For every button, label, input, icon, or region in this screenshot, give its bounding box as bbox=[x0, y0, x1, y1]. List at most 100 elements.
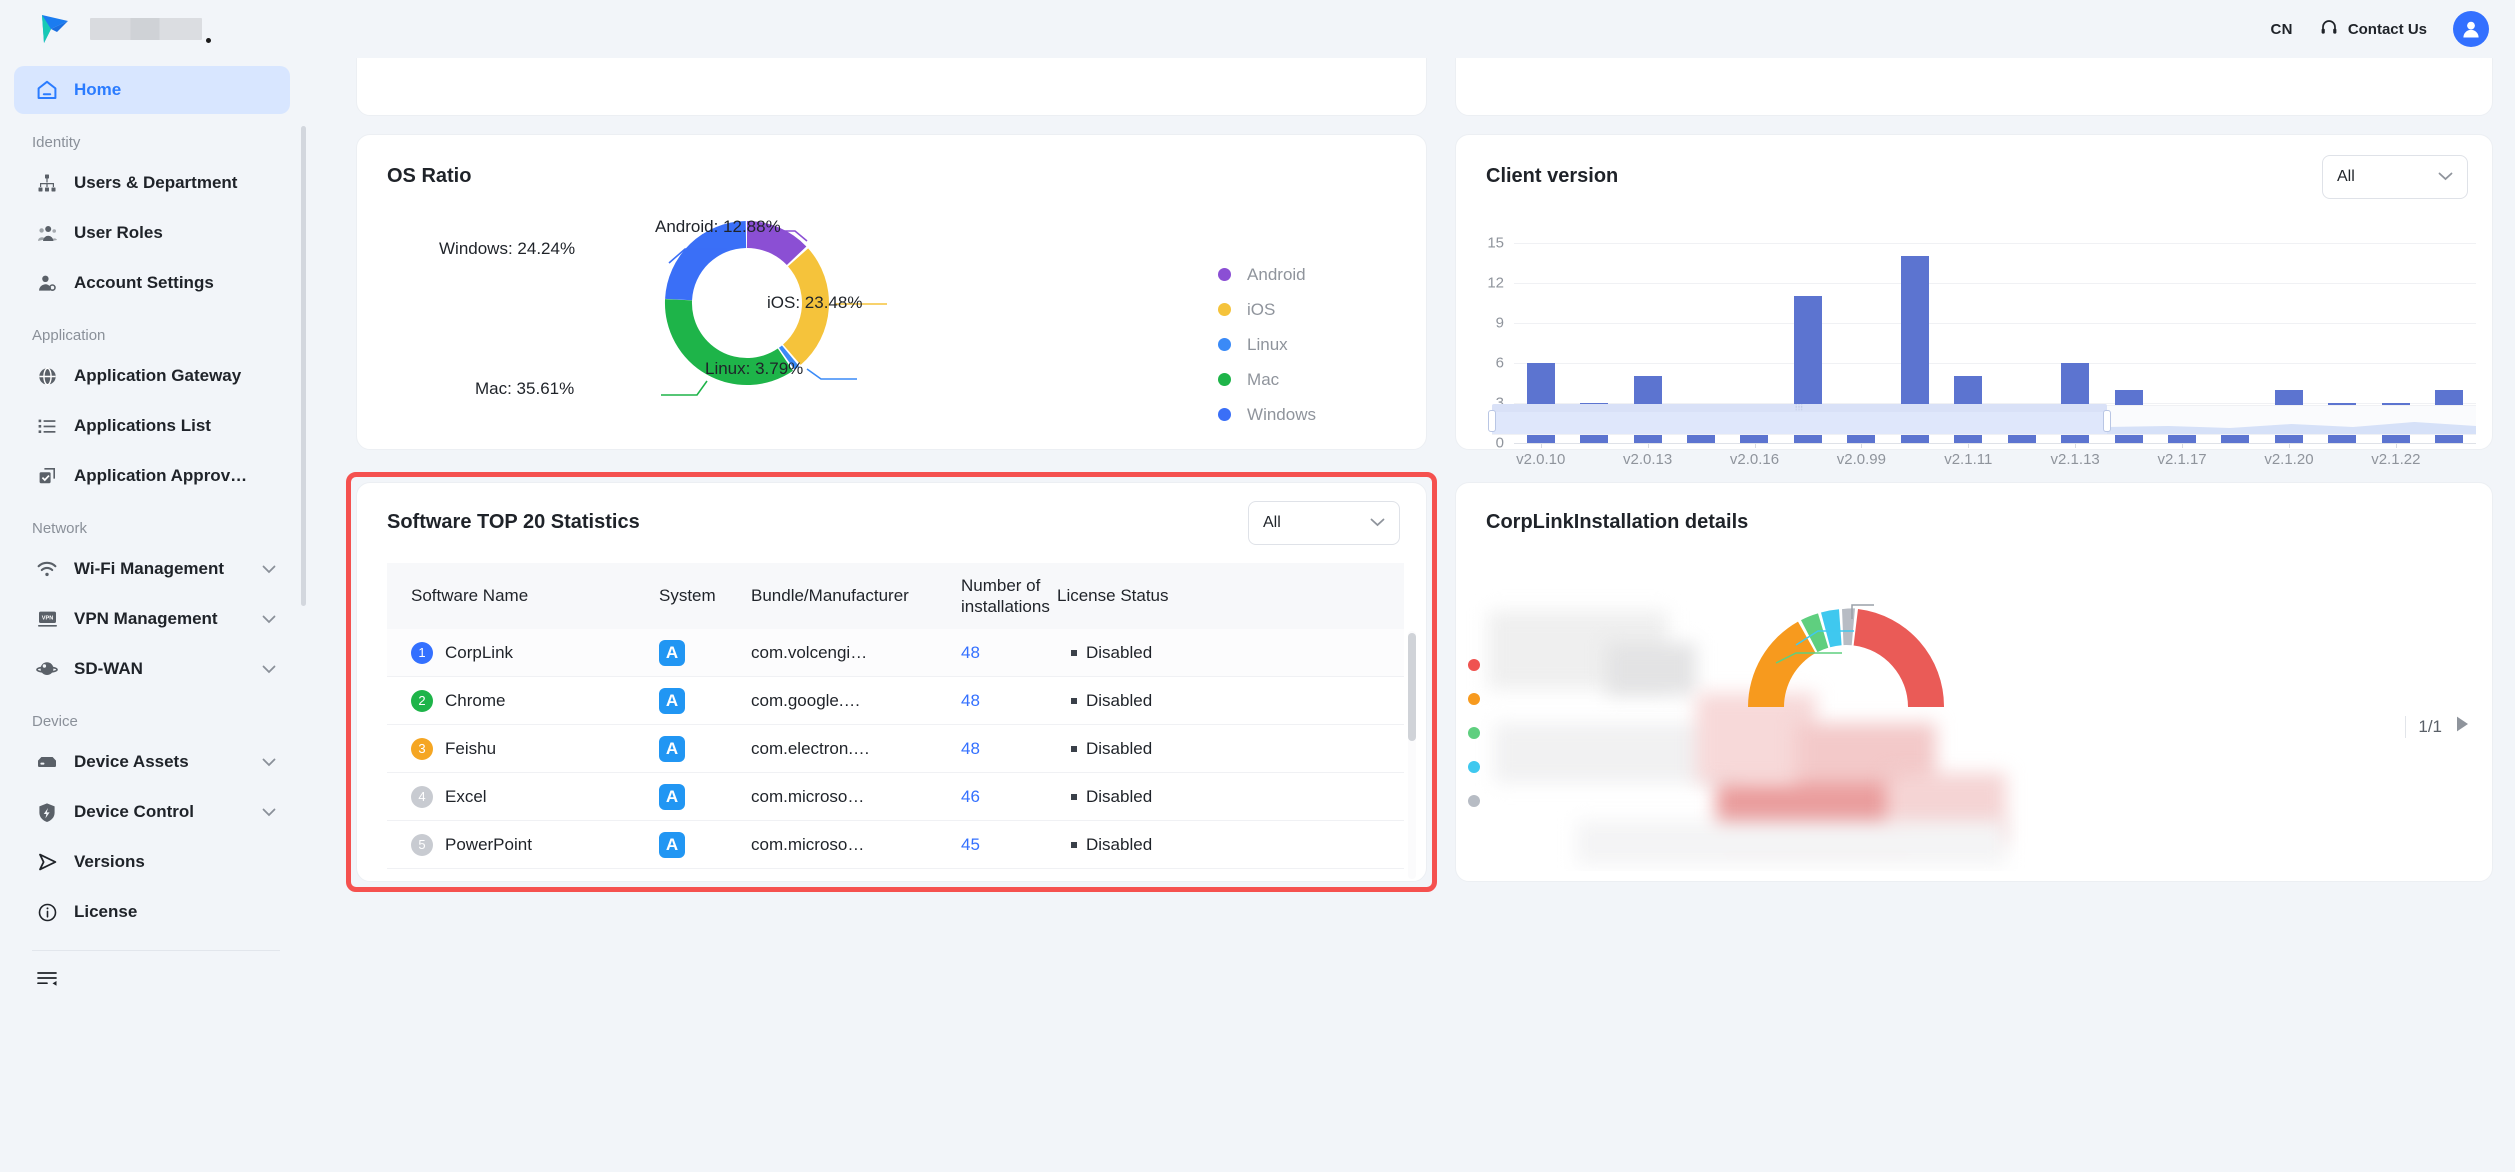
sidebar-item-label: Device Assets bbox=[74, 752, 189, 771]
sidebar-scrollbar[interactable] bbox=[301, 126, 306, 606]
app-store-icon: A bbox=[659, 831, 685, 858]
client-version-card: Client version All 0 3 6 9 12 15 v2.0.10 v2.0.1… bbox=[1455, 134, 2493, 468]
corplink-installation-title: CorpLinkInstallation details bbox=[1486, 511, 1749, 533]
os-ratio-card: OS Ratio Windows: 24.24% Android: 12.88%… bbox=[356, 134, 1427, 450]
table-row[interactable]: 5 PowerPoint A com.microso… 45 Disabled bbox=[387, 821, 1404, 869]
sidebar-item-device-assets[interactable]: Device Assets bbox=[14, 738, 290, 786]
col-installs: Number of installations bbox=[961, 576, 1050, 616]
sidebar-item-label: VPN Management bbox=[74, 609, 218, 628]
legend-label: Mac bbox=[1247, 369, 1280, 389]
software-top20-card: Software TOP 20 Statistics All Software … bbox=[356, 482, 1427, 882]
user-gear-icon bbox=[32, 273, 62, 293]
table-row[interactable]: 1 CorpLink A com.volcengi… 48 Disabled bbox=[387, 629, 1404, 677]
chevron-down-icon[interactable] bbox=[262, 752, 276, 772]
contact-us-button[interactable]: Contact Us bbox=[2319, 17, 2427, 41]
sidebar-item-label: Users & Department bbox=[74, 173, 238, 192]
leader-mac bbox=[661, 380, 708, 396]
app-store-icon: A bbox=[659, 639, 685, 666]
play-arrow-icon[interactable] bbox=[2454, 715, 2470, 738]
shield-bolt-icon bbox=[32, 802, 62, 823]
legend-item-mac[interactable]: Mac bbox=[1218, 362, 1316, 397]
rank-badge: 1 bbox=[411, 641, 433, 664]
legend-color-dot bbox=[1468, 659, 1480, 671]
sidebar-item-device-control[interactable]: Device Control bbox=[14, 788, 290, 836]
sidebar-item-user-roles[interactable]: User Roles bbox=[14, 209, 290, 257]
corplink-installation-card: CorpLinkInstallation details 1/1 bbox=[1455, 482, 2493, 882]
chevron-down-icon[interactable] bbox=[262, 559, 276, 579]
sidebar-item-wifi-management[interactable]: Wi-Fi Management bbox=[14, 545, 290, 593]
y-axis-tick-label: 9 bbox=[1495, 314, 1504, 332]
chevron-down-icon[interactable] bbox=[262, 802, 276, 822]
table-scrollbar-thumb[interactable] bbox=[1408, 633, 1416, 741]
sidebar-group-identity: Identity bbox=[32, 134, 81, 151]
installs-link[interactable]: 46 bbox=[961, 787, 1071, 807]
slider-drag-bar[interactable]: ⦙⦙⦙ bbox=[1492, 403, 2107, 412]
user-avatar-icon[interactable] bbox=[2453, 11, 2489, 47]
sidebar-item-applications-list[interactable]: Applications List bbox=[14, 402, 290, 450]
sidebar-item-account-settings[interactable]: Account Settings bbox=[14, 259, 290, 307]
sidebar-item-sd-wan[interactable]: SD-WAN bbox=[14, 645, 290, 693]
software-filter-select[interactable]: All bbox=[1248, 501, 1400, 545]
sidebar-item-home[interactable]: Home bbox=[14, 66, 290, 114]
table-row[interactable]: 4 Excel A com.microso… 46 Disabled bbox=[387, 773, 1404, 821]
brand-logo[interactable] bbox=[38, 12, 211, 46]
sidebar-item-label: License bbox=[74, 902, 138, 921]
license-status: Disabled bbox=[1086, 738, 1153, 758]
chevron-down-icon[interactable] bbox=[262, 609, 276, 629]
slider-handle-left[interactable] bbox=[1488, 410, 1496, 432]
status-dot bbox=[1071, 793, 1077, 800]
legend-color-dot bbox=[1218, 303, 1232, 316]
sidebar-item-license[interactable]: License bbox=[14, 888, 290, 936]
corplink-legend bbox=[1468, 659, 1480, 829]
home-icon bbox=[32, 79, 62, 101]
legend-color-dot bbox=[1468, 727, 1480, 739]
sidebar-item-users-department[interactable]: Users & Department bbox=[14, 159, 290, 207]
org-chart-icon bbox=[32, 173, 62, 193]
legend-item-ios[interactable]: iOS bbox=[1218, 292, 1316, 327]
slider-handle-right[interactable] bbox=[2103, 410, 2111, 432]
sidebar-item-label: Home bbox=[74, 80, 122, 99]
select-value: All bbox=[1263, 514, 1281, 531]
status-dot bbox=[1071, 697, 1077, 704]
client-version-filter-select[interactable]: All bbox=[2322, 155, 2468, 199]
language-switch[interactable]: CN bbox=[2271, 21, 2293, 38]
legend-item-windows[interactable]: Windows bbox=[1218, 397, 1316, 432]
bundle-value: com.google.… bbox=[751, 690, 861, 710]
sidebar-item-label: Device Control bbox=[74, 802, 194, 821]
os-label-ios: iOS: 23.48% bbox=[767, 293, 863, 312]
sidebar-item-vpn-management[interactable]: VPN VPN Management bbox=[14, 595, 290, 643]
globe-icon bbox=[32, 366, 62, 387]
list-icon bbox=[32, 416, 62, 436]
sidebar-item-application-approval[interactable]: Application Approv… bbox=[14, 452, 290, 500]
installs-link[interactable]: 45 bbox=[961, 835, 1071, 855]
bundle-value: com.microso… bbox=[751, 834, 865, 854]
collapse-menu-icon bbox=[36, 969, 60, 994]
table-header-row: Software Name System Bundle/Manufacturer… bbox=[387, 563, 1404, 629]
status-dot bbox=[1071, 649, 1077, 656]
sidebar-item-versions[interactable]: Versions bbox=[14, 838, 290, 886]
sidebar-collapse-button[interactable] bbox=[0, 951, 312, 994]
rank-badge: 4 bbox=[411, 785, 433, 808]
sidebar-item-label: Versions bbox=[74, 852, 145, 871]
col-system: System bbox=[659, 586, 716, 605]
installs-link[interactable]: 48 bbox=[961, 739, 1071, 759]
bar-chart-range-slider[interactable]: ⦙⦙⦙ bbox=[1488, 403, 2476, 435]
select-value: All bbox=[2337, 168, 2355, 185]
legend-item-linux[interactable]: Linux bbox=[1218, 327, 1316, 362]
table-row[interactable]: 2 Chrome A com.google.… 48 Disabled bbox=[387, 677, 1404, 725]
legend-item-android[interactable]: Android bbox=[1218, 257, 1316, 292]
os-label-mac: Mac: 35.61% bbox=[475, 379, 575, 398]
os-ratio-legend: Android iOS Linux Mac Windows bbox=[1218, 257, 1316, 432]
table-row[interactable]: 3 Feishu A com.electron.… 48 Disabled bbox=[387, 725, 1404, 773]
sidebar-item-label: Application Approv… bbox=[74, 466, 248, 485]
leader-linux bbox=[806, 368, 857, 380]
sidebar-item-label: Account Settings bbox=[74, 273, 214, 292]
installs-link[interactable]: 48 bbox=[961, 643, 1071, 663]
chevron-down-icon[interactable] bbox=[262, 659, 276, 679]
x-axis-tick-label: v2.1.22 bbox=[2371, 451, 2421, 468]
users-icon bbox=[32, 223, 62, 243]
sidebar-item-application-gateway[interactable]: Application Gateway bbox=[14, 352, 290, 400]
installs-link[interactable]: 48 bbox=[961, 691, 1071, 711]
bundle-value: com.microso… bbox=[751, 786, 865, 806]
sidebar-item-label: User Roles bbox=[74, 223, 163, 242]
